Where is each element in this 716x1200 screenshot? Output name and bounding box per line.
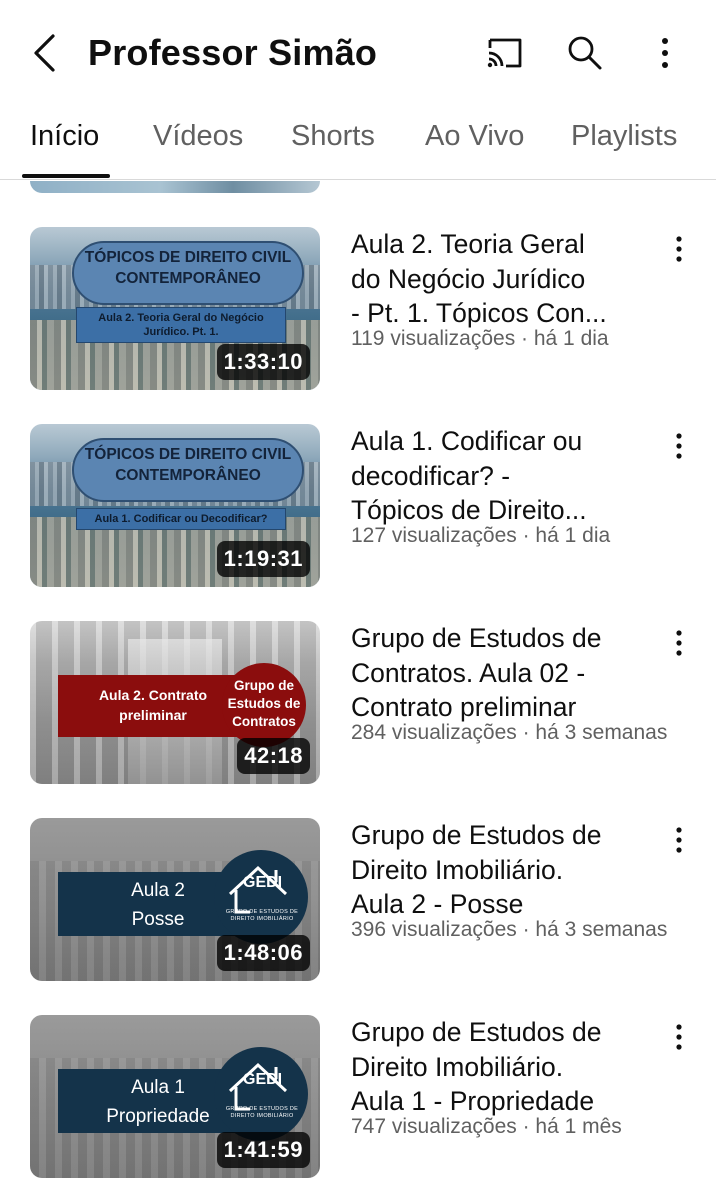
house-icon bbox=[228, 865, 288, 914]
video-thumbnail[interactable]: TÓPICOS DE DIREITO CIVIL CONTEMPORÂNEO A… bbox=[30, 424, 320, 587]
gedi-logo-subtitle: GRUPO DE ESTUDOS DE DIREITO IMOBILIÁRIO bbox=[225, 1106, 299, 1119]
video-title[interactable]: Aula 1. Codificar ou decodificar? - Tópi… bbox=[351, 424, 651, 528]
channel-title: Professor Simão bbox=[88, 32, 378, 73]
video-item[interactable]: Aula 2 Posse GEDI GRUPO DE ESTUDOS DE DI… bbox=[0, 818, 716, 988]
video-more-button[interactable] bbox=[664, 820, 694, 860]
thumbnail-subtitle: Aula 1. Codificar ou Decodificar? bbox=[76, 508, 286, 530]
video-more-button[interactable] bbox=[664, 1017, 694, 1057]
more-vertical-icon bbox=[676, 236, 682, 262]
gedi-logo-text: GEDI bbox=[243, 1071, 283, 1088]
tab-shorts[interactable]: Shorts bbox=[291, 118, 375, 154]
channel-tabs: Início Vídeos Shorts Ao Vivo Playlists bbox=[0, 104, 716, 180]
video-item[interactable]: Aula 2. Contrato preliminar Grupo de Est… bbox=[0, 621, 716, 791]
tab-playlists[interactable]: Playlists bbox=[571, 118, 677, 154]
thumbnail-banner: Aula 2. Contrato preliminar bbox=[58, 675, 248, 737]
back-button[interactable] bbox=[26, 30, 62, 76]
active-tab-indicator bbox=[22, 174, 110, 178]
video-metadata: 284 visualizações · há 3 semanas bbox=[351, 721, 668, 744]
cast-button[interactable] bbox=[482, 30, 528, 76]
video-title[interactable]: Aula 2. Teoria Geral do Negócio Jurídico… bbox=[351, 227, 651, 331]
video-list[interactable]: TÓPICOS DE DIREITO CIVIL CONTEMPORÂNEO A… bbox=[0, 181, 716, 1200]
thumbnail-circle-label: Grupo de Estudos de Contratos bbox=[222, 663, 306, 747]
video-metadata: 119 visualizações · há 1 dia bbox=[351, 327, 609, 350]
search-icon bbox=[568, 36, 602, 70]
more-vertical-icon bbox=[676, 630, 682, 656]
duration-badge: 1:19:31 bbox=[216, 541, 310, 577]
video-thumbnail[interactable]: Aula 2 Posse GEDI GRUPO DE ESTUDOS DE DI… bbox=[30, 818, 320, 981]
more-vertical-icon bbox=[662, 38, 668, 68]
more-vertical-icon bbox=[676, 1024, 682, 1050]
thumbnail-heading: TÓPICOS DE DIREITO CIVIL CONTEMPORÂNEO bbox=[84, 446, 292, 484]
video-item[interactable]: TÓPICOS DE DIREITO CIVIL CONTEMPORÂNEO A… bbox=[0, 424, 716, 594]
video-thumbnail[interactable]: Aula 1 Propriedade GEDI GRUPO DE ESTUDOS… bbox=[30, 1015, 320, 1178]
app-header: Professor Simão bbox=[0, 0, 716, 104]
video-more-button[interactable] bbox=[664, 426, 694, 466]
more-vertical-icon bbox=[676, 433, 682, 459]
tab-ao-vivo[interactable]: Ao Vivo bbox=[425, 118, 524, 154]
video-thumbnail[interactable]: Aula 2. Contrato preliminar Grupo de Est… bbox=[30, 621, 320, 784]
video-title[interactable]: Grupo de Estudos de Contratos. Aula 02 -… bbox=[351, 621, 651, 725]
thumbnail-subtitle: Aula 2. Teoria Geral do Negócio Jurídico… bbox=[76, 307, 286, 343]
more-options-button[interactable] bbox=[642, 30, 688, 76]
video-thumbnail[interactable]: TÓPICOS DE DIREITO CIVIL CONTEMPORÂNEO A… bbox=[30, 227, 320, 390]
duration-badge: 42:18 bbox=[237, 738, 310, 774]
duration-badge: 1:41:59 bbox=[216, 1132, 310, 1168]
gedi-logo-subtitle: GRUPO DE ESTUDOS DE DIREITO IMOBILIÁRIO bbox=[225, 909, 299, 922]
thumbnail-heading: TÓPICOS DE DIREITO CIVIL CONTEMPORÂNEO bbox=[84, 249, 292, 287]
more-vertical-icon bbox=[676, 827, 682, 853]
house-icon bbox=[228, 1062, 288, 1111]
video-metadata: 396 visualizações · há 3 semanas bbox=[351, 918, 668, 941]
video-item[interactable]: Aula 1 Propriedade GEDI GRUPO DE ESTUDOS… bbox=[0, 1015, 716, 1185]
gedi-logo bbox=[214, 1047, 308, 1141]
video-more-button[interactable] bbox=[664, 229, 694, 269]
partial-video-thumbnail[interactable] bbox=[30, 181, 320, 193]
video-more-button[interactable] bbox=[664, 623, 694, 663]
video-title[interactable]: Grupo de Estudos de Direito Imobiliário.… bbox=[351, 1015, 651, 1119]
video-item[interactable]: TÓPICOS DE DIREITO CIVIL CONTEMPORÂNEO A… bbox=[0, 227, 716, 397]
gedi-logo-text: GEDI bbox=[243, 874, 283, 891]
video-metadata: 747 visualizações · há 1 mês bbox=[351, 1115, 622, 1138]
duration-badge: 1:33:10 bbox=[216, 344, 310, 380]
search-button[interactable] bbox=[562, 30, 608, 76]
gedi-logo bbox=[214, 850, 308, 944]
video-title[interactable]: Grupo de Estudos de Direito Imobiliário.… bbox=[351, 818, 651, 922]
chevron-left-icon bbox=[34, 34, 55, 72]
tab-videos[interactable]: Vídeos bbox=[153, 118, 243, 154]
tab-inicio[interactable]: Início bbox=[30, 118, 99, 154]
cast-icon bbox=[487, 38, 522, 68]
video-metadata: 127 visualizações · há 1 dia bbox=[351, 524, 611, 547]
duration-badge: 1:48:06 bbox=[216, 935, 310, 971]
